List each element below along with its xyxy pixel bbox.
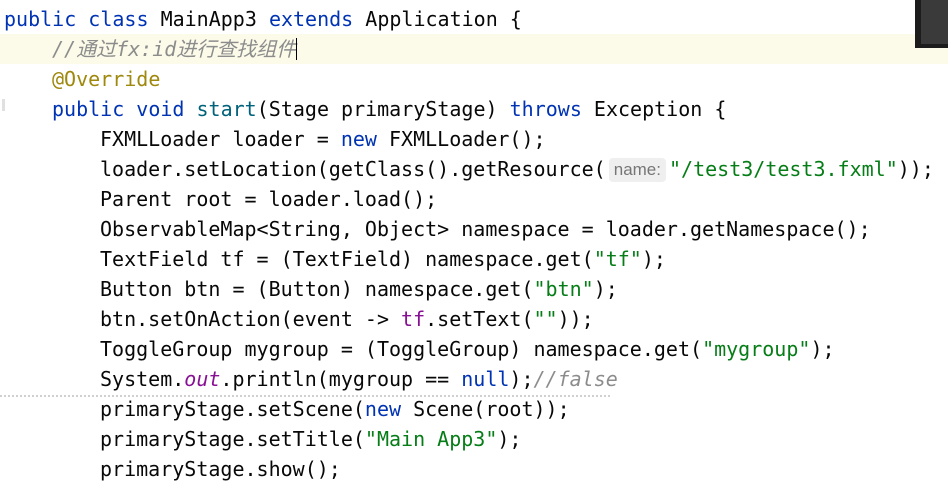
string-literal: "" [533,307,558,331]
string-literal: "Main App3" [364,427,498,451]
code-text: )); [557,307,594,331]
gutter-marker [2,99,5,111]
keyword: null [461,367,510,391]
code-line[interactable]: Parent root = loader.load(); [0,184,948,214]
code-text: Scene(root)); [413,397,570,421]
code-line[interactable]: primaryStage.setTitle("Main App3"); [0,424,948,454]
static-field: out [184,367,221,391]
code-line-comment[interactable]: //通过fx:id进行查找组件 [0,34,948,64]
code-line[interactable]: loader.setLocation(getClass().getResourc… [0,154,948,184]
code-text: .println(mygroup == [220,367,462,391]
code-line-method-declaration[interactable]: public void start(Stage primaryStage) th… [0,94,948,124]
code-text: ); [509,367,534,391]
comment: //通过fx:id进行查找组件 [52,37,297,61]
string-literal: "btn" [533,277,594,301]
code-line[interactable]: System.out.println(mygroup == null);//fa… [0,364,948,394]
code-text: ToggleGroup mygroup = (ToggleGroup) name… [100,337,703,361]
keyword: new [340,127,377,151]
code-text: ); [497,427,522,451]
keyword: class [88,7,149,31]
keyword: throws [509,97,582,121]
code-text: FXMLLoader(); [389,127,546,151]
string-literal: "tf" [593,247,642,271]
method-name: start [196,97,257,121]
code-text: Button btn = (Button) namespace.get( [100,277,534,301]
method-params: (Stage primaryStage) [256,97,498,121]
code-line[interactable]: btn.setOnAction(event -> tf.setText(""))… [0,304,948,334]
comment: //false [533,367,618,391]
field-reference: tf [401,307,426,331]
code-text: FXMLLoader loader = [100,127,341,151]
code-line[interactable]: Button btn = (Button) namespace.get("btn… [0,274,948,304]
code-line[interactable]: FXMLLoader loader = new FXMLLoader(); [0,124,948,154]
keyword: void [136,97,185,121]
code-text: ); [641,247,666,271]
keyword: new [364,397,402,421]
parameter-hint: name: [608,158,666,182]
code-line-class-declaration[interactable]: public class MainApp3 extends Applicatio… [0,4,948,34]
annotation: @Override [52,67,161,91]
code-editor[interactable]: public class MainApp3 extends Applicatio… [0,0,948,497]
code-text: TextField tf = (TextField) namespace.get… [100,247,594,271]
code-text: ObservableMap<String, Object> namespace … [100,217,871,241]
code-line[interactable]: ObservableMap<String, Object> namespace … [0,214,948,244]
code-line[interactable]: primaryStage.show(); [0,454,948,484]
code-text: primaryStage.setScene( [100,397,365,421]
code-line[interactable]: ToggleGroup mygroup = (ToggleGroup) name… [0,334,948,364]
code-text: btn.setOnAction(event -> [100,307,402,331]
parent-class: Application [365,7,498,31]
code-text: Parent root = loader.load(); [100,187,438,211]
brace: { [714,97,727,121]
code-text: primaryStage.show(); [100,457,341,481]
code-text: )); [897,157,934,181]
code-line-annotation[interactable]: @Override [0,64,948,94]
string-literal: "/test3/test3.fxml" [668,157,898,181]
text-caret [296,38,298,60]
window-edge-overlay [915,0,948,48]
code-line[interactable]: primaryStage.setScene(new Scene(root)); [0,394,948,424]
class-name: MainApp3 [160,7,257,31]
keyword: extends [268,7,354,31]
brace: { [509,7,522,31]
keyword: public [52,97,125,121]
code-text: loader.setLocation(getClass().getResourc… [100,157,606,181]
code-text: .setText( [425,307,534,331]
string-literal: "mygroup" [702,337,811,361]
keyword: public [4,7,77,31]
code-text: ); [810,337,835,361]
exception-type: Exception [593,97,703,121]
code-line[interactable]: TextField tf = (TextField) namespace.get… [0,244,948,274]
code-text: primaryStage.setTitle( [100,427,365,451]
code-text: ); [593,277,618,301]
code-text: System. [100,367,185,391]
